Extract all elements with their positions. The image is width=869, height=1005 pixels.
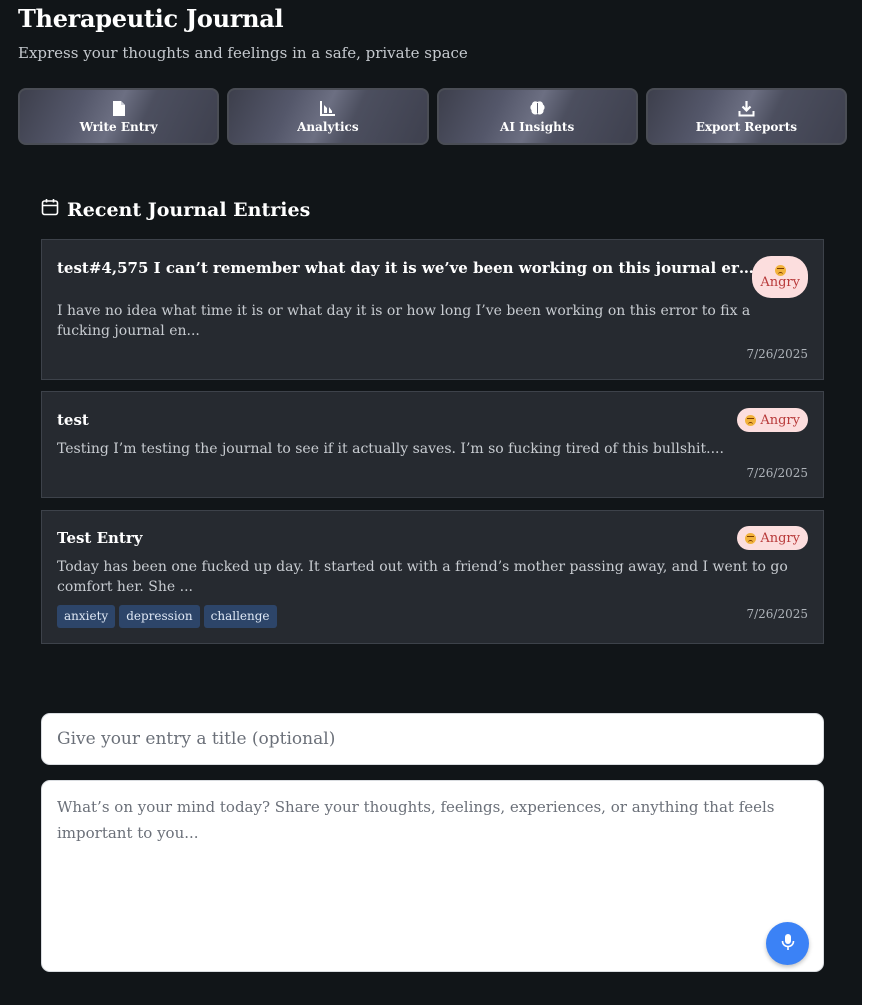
mood-label: Angry [760,274,800,290]
header: Therapeutic Journal Express your thought… [18,4,468,63]
angry-face-icon [745,532,757,544]
brain-icon [529,99,546,117]
write-entry-label: Write Entry [79,120,158,134]
entry-excerpt: I have no idea what time it is or what d… [57,303,751,339]
journal-app: Therapeutic Journal Express your thought… [0,0,862,1005]
journal-entry-card[interactable]: test#4,575 I can’t remember what day it … [41,239,824,380]
mood-badge: Angry [737,526,808,550]
journal-entry-card[interactable]: Test Entry Angry Today has been one fuck… [41,510,824,644]
analytics-label: Analytics [297,120,359,134]
entry-excerpt: Testing I’m testing the journal to see i… [57,441,724,457]
nav-bar: Write Entry Analytics AI Insights Export… [18,88,847,145]
angry-face-icon [745,414,757,426]
tag-list: anxiety depression challenge [57,605,277,628]
calendar-icon [41,198,59,221]
entry-title: test [57,411,89,429]
app-title: Therapeutic Journal [18,4,284,33]
write-entry-button[interactable]: Write Entry [18,88,220,145]
angry-face-icon [774,264,786,276]
entry-body-textarea[interactable] [41,780,824,972]
mood-label: Angry [760,412,800,428]
mood-label: Angry [760,530,800,546]
download-icon [738,99,755,117]
tag-depression[interactable]: depression [119,605,200,628]
file-icon [112,99,126,117]
entry-title-input[interactable] [41,713,824,765]
entry-title: test#4,575 I can’t remember what day it … [57,259,757,277]
voice-input-button[interactable] [766,922,809,965]
mood-badge: Angry [737,408,808,432]
journal-entry-card[interactable]: test Angry Testing I’m testing the journ… [41,391,824,498]
microphone-icon [780,933,796,955]
entry-date: 7/26/2025 [746,607,808,621]
entry-date: 7/26/2025 [746,347,808,361]
chart-icon [319,99,336,117]
entry-excerpt: Today has been one fucked up day. It sta… [57,559,788,595]
ai-insights-button[interactable]: AI Insights [436,88,638,145]
recent-entries-heading: Recent Journal Entries [41,198,310,221]
export-reports-label: Export Reports [695,120,798,134]
app-subtitle: Express your thoughts and feelings in a … [18,44,468,62]
export-reports-button[interactable]: Export Reports [645,88,847,145]
mood-badge: Angry [752,256,808,298]
tag-anxiety[interactable]: anxiety [57,605,116,628]
entry-date: 7/26/2025 [746,466,808,480]
tag-challenge[interactable]: challenge [203,605,277,628]
ai-insights-label: AI Insights [500,120,575,134]
entry-title: Test Entry [57,529,143,547]
recent-entries-title: Recent Journal Entries [67,198,311,221]
analytics-button[interactable]: Analytics [227,88,429,145]
